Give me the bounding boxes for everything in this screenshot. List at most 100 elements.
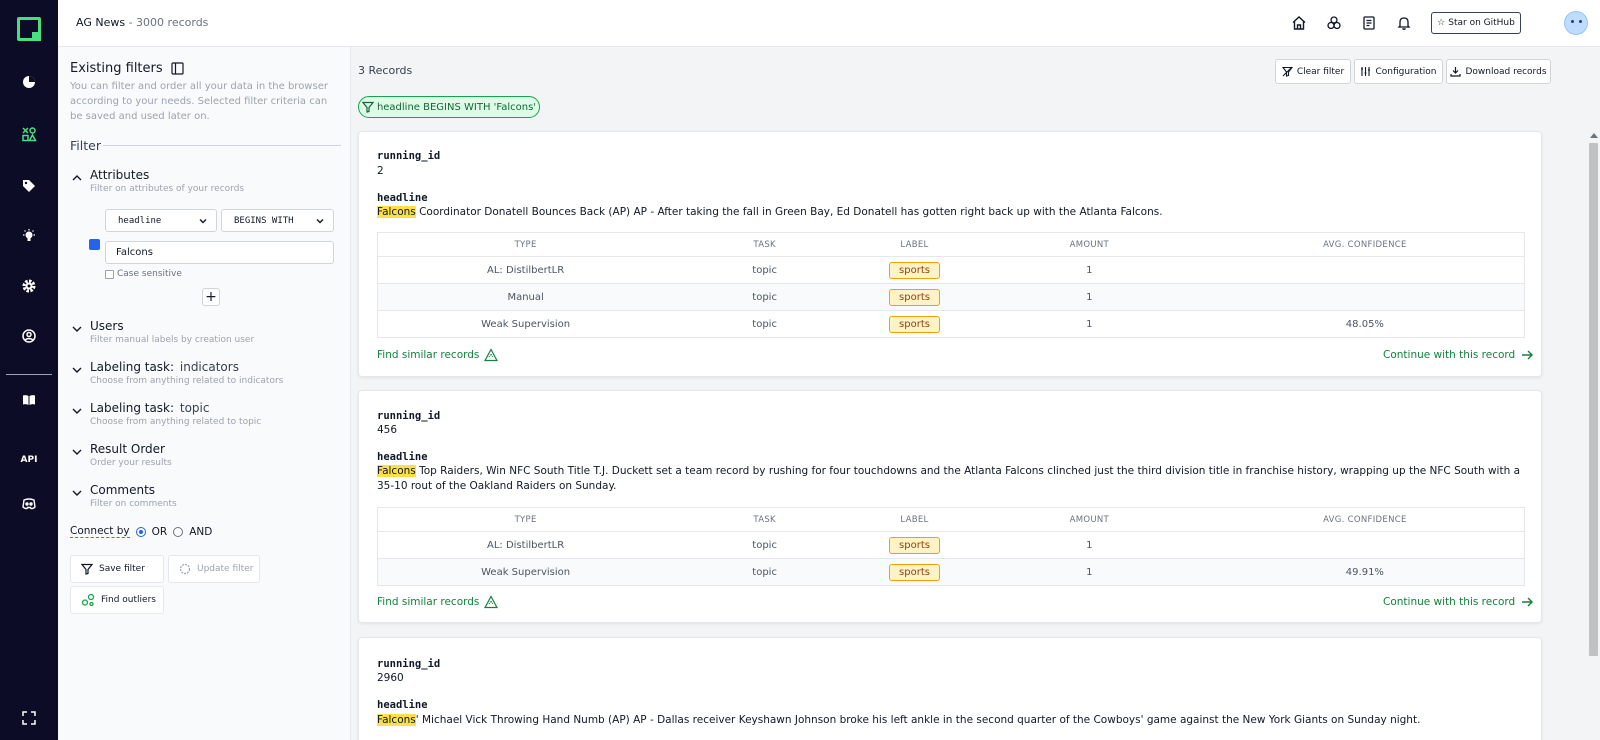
projects-icon[interactable] xyxy=(1325,14,1343,32)
chevron-down-icon[interactable] xyxy=(70,322,84,336)
chevron-down-icon[interactable] xyxy=(70,486,84,500)
api-icon[interactable]: API xyxy=(17,450,41,470)
save-filter-button[interactable]: Save filter xyxy=(70,555,164,583)
star-on-github-button[interactable]: ☆ Star on GitHub xyxy=(1431,12,1521,34)
cell-task: topic xyxy=(673,531,857,559)
records-count: 3 Records xyxy=(358,64,413,77)
settings-icon[interactable] xyxy=(17,274,41,298)
arrow-right-icon xyxy=(1522,597,1534,607)
chevron-down-icon[interactable] xyxy=(70,363,84,377)
active-filter-chip[interactable]: headline BEGINS WITH 'Falcons' xyxy=(358,96,540,118)
fullscreen-icon[interactable] xyxy=(17,706,41,730)
cell-type: Weak Supervision xyxy=(377,558,674,586)
home-icon[interactable] xyxy=(1290,14,1308,32)
chevron-down-icon xyxy=(199,219,207,224)
result-order-section[interactable]: Result Order Order your results xyxy=(70,442,340,472)
arrow-right-icon xyxy=(1522,350,1534,360)
find-outliers-button[interactable]: Find outliers xyxy=(70,586,164,614)
connect-and-radio[interactable] xyxy=(173,526,184,537)
data-browser-icon[interactable] xyxy=(17,122,41,146)
connect-by-label: Connect by xyxy=(70,525,130,538)
label-badge: sports xyxy=(889,536,940,554)
cell-confidence: 49.91% xyxy=(1205,558,1525,586)
cell-label: sports xyxy=(856,558,973,586)
labeling-task-indicators-section[interactable]: Labeling task: indicators Choose from an… xyxy=(70,360,340,390)
col-task: TASK xyxy=(673,507,857,532)
chevron-down-icon[interactable] xyxy=(70,445,84,459)
notes-icon[interactable] xyxy=(1360,14,1378,32)
table-row: AL: DistilbertLR topic sports 1 xyxy=(377,531,1525,559)
cell-confidence xyxy=(1205,256,1525,284)
find-similar-records-link[interactable]: Find similar records xyxy=(377,348,499,362)
labeling-task-label: Labeling task: xyxy=(90,360,175,374)
sidebar-toggle-icon[interactable] xyxy=(171,62,184,75)
active-filter-text: headline BEGINS WITH 'Falcons' xyxy=(376,101,537,113)
cell-task: topic xyxy=(673,283,857,311)
clear-filter-button[interactable]: Clear filter xyxy=(1275,59,1351,84)
record-card: running_id 2 headline Falcons Coordinato… xyxy=(358,131,1542,377)
cell-label: sports xyxy=(856,283,973,311)
download-records-button[interactable]: Download records xyxy=(1446,59,1551,84)
find-similar-label: Find similar records xyxy=(377,596,480,608)
records-main: 3 Records Clear filter Configuration Dow… xyxy=(351,47,1600,740)
find-similar-records-link[interactable]: Find similar records xyxy=(377,595,499,609)
cell-type: Manual xyxy=(377,283,674,311)
connect-and-label: AND xyxy=(189,525,213,538)
label-table: TYPE TASK LABEL AMOUNT AVG. CONFIDENCE A… xyxy=(377,507,1525,586)
connect-or-label: OR xyxy=(151,525,168,538)
users-section[interactable]: Users Filter manual labels by creation u… xyxy=(70,319,340,349)
outliers-icon xyxy=(81,593,95,607)
cell-confidence xyxy=(1205,531,1525,559)
cell-task: topic xyxy=(673,256,857,284)
cell-confidence: 48.05% xyxy=(1205,310,1525,338)
update-filter-button[interactable]: Update filter xyxy=(168,555,260,583)
continue-with-record-link[interactable]: Continue with this record xyxy=(1383,348,1534,362)
case-sensitive-option[interactable]: Case sensitive xyxy=(105,269,182,279)
cell-type: AL: DistilbertLR xyxy=(377,531,674,559)
bell-icon[interactable] xyxy=(1395,14,1413,32)
case-sensitive-checkbox[interactable] xyxy=(105,269,114,279)
cell-label: sports xyxy=(856,256,973,284)
labeling-task-topic-section[interactable]: Labeling task: topic Choose from anythin… xyxy=(70,401,340,431)
cell-type: AL: DistilbertLR xyxy=(377,256,674,284)
comments-hint: Filter on comments xyxy=(90,499,177,509)
attributes-section: Attributes Filter on attributes of your … xyxy=(70,168,340,198)
filter-value-input[interactable] xyxy=(105,241,334,264)
discord-icon[interactable] xyxy=(17,492,41,516)
avatar[interactable] xyxy=(1564,11,1588,35)
plus-icon: + xyxy=(205,289,217,305)
add-attribute-filter-button[interactable]: + xyxy=(202,288,220,306)
labeling-task-name: indicators xyxy=(179,360,239,374)
app-root: API AG News - 3000 records ☆ Star on GitH… xyxy=(0,0,1600,740)
labeling-icon[interactable] xyxy=(17,174,41,198)
labeling-task-label: Labeling task: xyxy=(90,401,175,415)
admin-icon[interactable] xyxy=(17,324,41,348)
configuration-button[interactable]: Configuration xyxy=(1354,59,1443,84)
heuristics-icon[interactable] xyxy=(17,224,41,248)
overview-icon[interactable] xyxy=(17,70,41,94)
scroll-up-icon[interactable] xyxy=(1590,133,1598,138)
headline-highlight: Falcons xyxy=(377,465,416,477)
connect-or-radio[interactable] xyxy=(135,526,146,537)
docs-icon[interactable] xyxy=(17,388,41,412)
attribute-select[interactable]: headline xyxy=(105,209,217,232)
cell-amount: 1 xyxy=(972,256,1206,284)
operator-select[interactable]: BEGINS WITH xyxy=(221,209,334,232)
running-id-value: 456 xyxy=(377,424,398,436)
clear-filter-label: Clear filter xyxy=(1296,66,1345,77)
cell-amount: 1 xyxy=(972,283,1206,311)
continue-label: Continue with this record xyxy=(1383,596,1516,608)
scrollbar-thumb[interactable] xyxy=(1589,143,1598,656)
chevron-up-icon[interactable] xyxy=(70,171,84,185)
continue-with-record-link[interactable]: Continue with this record xyxy=(1383,595,1534,609)
chevron-down-icon[interactable] xyxy=(70,404,84,418)
logo-icon[interactable] xyxy=(17,17,41,41)
star-icon: ☆ xyxy=(1437,18,1446,28)
filter-icon xyxy=(361,101,374,113)
attributes-title: Attributes xyxy=(90,168,150,182)
records-scrollbar[interactable] xyxy=(1586,131,1600,740)
filter-panel: Existing filters You can filter and orde… xyxy=(58,47,351,740)
comments-section[interactable]: Comments Filter on comments xyxy=(70,483,340,513)
cell-task: topic xyxy=(673,310,857,338)
col-avg-confidence: AVG. CONFIDENCE xyxy=(1205,232,1525,257)
